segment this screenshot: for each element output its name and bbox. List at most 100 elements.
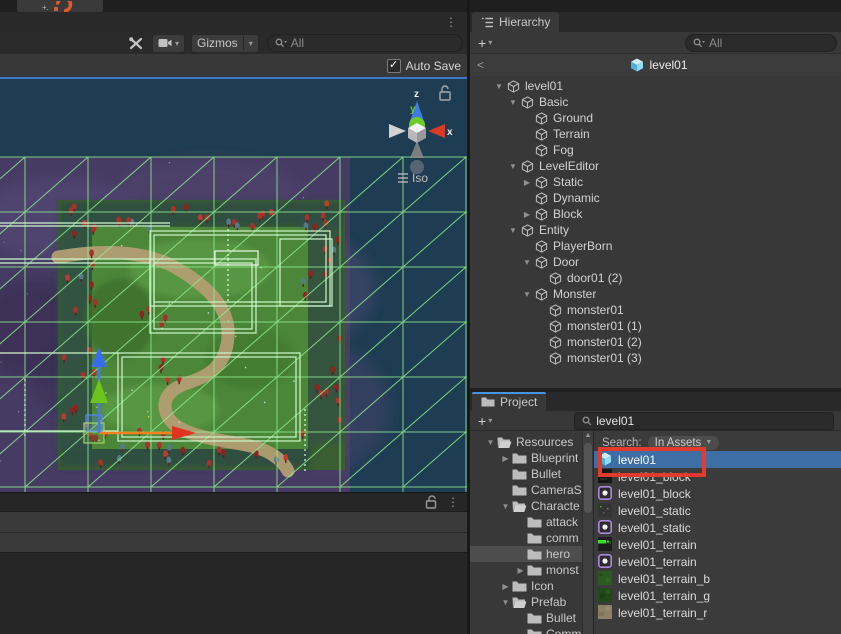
project-search-input[interactable]: level01 xyxy=(574,412,834,430)
asset-row[interactable]: level01_static xyxy=(594,502,841,519)
project-folder-row[interactable]: attack xyxy=(470,514,582,530)
scene-panel-menu-icon[interactable]: ⋮ xyxy=(445,16,457,28)
autosave-label: Auto Save xyxy=(406,59,461,73)
hierarchy-row[interactable]: Terrain xyxy=(470,126,841,142)
asset-row[interactable]: level01_terrain_g xyxy=(594,587,841,604)
folder-label: comm xyxy=(546,531,579,545)
hierarchy-row[interactable]: Dynamic xyxy=(470,190,841,206)
hierarchy-search-input[interactable]: All xyxy=(685,34,837,52)
asset-row[interactable]: level01_static xyxy=(594,519,841,536)
axis-x-label: x xyxy=(447,127,453,138)
project-folder-row[interactable]: Comm xyxy=(470,626,582,634)
expand-arrow-icon[interactable]: ▶ xyxy=(499,454,512,463)
hierarchy-row[interactable]: PlayerBorn xyxy=(470,238,841,254)
asset-row[interactable]: level01_terrain xyxy=(594,553,841,570)
collapse-arrow-icon[interactable]: ▼ xyxy=(492,82,506,91)
gameobject-cube-icon xyxy=(534,111,548,125)
folder-scrollbar[interactable]: ▲ xyxy=(582,431,593,634)
asset-row[interactable]: level01_terrain_b xyxy=(594,570,841,587)
hierarchy-row[interactable]: ▼ Entity xyxy=(470,222,841,238)
scrollbar-thumb[interactable] xyxy=(584,443,592,513)
hierarchy-row[interactable]: door01 (2) xyxy=(470,270,841,286)
collapse-arrow-icon[interactable]: ▼ xyxy=(499,598,512,607)
tab-project[interactable]: Project xyxy=(472,392,546,411)
hierarchy-row[interactable]: Fog xyxy=(470,142,841,158)
asset-row[interactable]: level01_terrain_r xyxy=(594,604,841,621)
project-tab-label: Project xyxy=(500,395,537,409)
lock-open-icon[interactable] xyxy=(425,495,437,509)
hierarchy-item-label: monster01 (3) xyxy=(567,351,642,365)
project-folder-row[interactable]: CameraS xyxy=(470,482,582,498)
gameobject-cube-icon xyxy=(534,255,548,269)
hierarchy-row[interactable]: ▼ Basic xyxy=(470,94,841,110)
right-panel-group: Hierarchy +▾ All < level01 xyxy=(470,0,841,634)
collapse-arrow-icon[interactable]: ▼ xyxy=(520,290,534,299)
autosave-checkbox[interactable]: ✓ xyxy=(387,59,401,73)
breadcrumb-current[interactable]: level01 xyxy=(517,58,801,72)
scene-viewport[interactable]: z y x Iso xyxy=(0,79,467,492)
hierarchy-row[interactable]: ▼ level01 xyxy=(470,78,841,94)
project-folder-row[interactable]: ▼ Characte xyxy=(470,498,582,514)
gizmos-caret-icon: ▾ xyxy=(249,39,253,48)
hierarchy-row[interactable]: Ground xyxy=(470,110,841,126)
hierarchy-add-button[interactable]: +▾ xyxy=(474,35,496,51)
project-folder-row[interactable]: hero xyxy=(470,546,582,562)
gizmos-dropdown[interactable]: Gizmos ▾ xyxy=(191,34,259,53)
project-search-value: level01 xyxy=(596,414,634,428)
hierarchy-row[interactable]: ▼ LevelEditor xyxy=(470,158,841,174)
folder-label: CameraS xyxy=(531,483,582,497)
hierarchy-row[interactable]: ▶ Static xyxy=(470,174,841,190)
scene-search-input[interactable]: All xyxy=(267,34,463,52)
gameobject-cube-icon xyxy=(534,239,548,253)
hierarchy-row[interactable]: monster01 (2) xyxy=(470,334,841,350)
right-top-strip xyxy=(470,0,841,12)
project-folder-row[interactable]: Bullet xyxy=(470,610,582,626)
project-folder-row[interactable]: ▶ Icon xyxy=(470,578,582,594)
hierarchy-row[interactable]: ▶ Block xyxy=(470,206,841,222)
project-folder-row[interactable]: ▶ Blueprint xyxy=(470,450,582,466)
bottom-panel-row[interactable] xyxy=(0,511,467,533)
search-scope-dropdown[interactable]: In Assets ▼ xyxy=(648,436,720,450)
project-folder-row[interactable]: ▼ Resources xyxy=(470,434,582,450)
project-folder-row[interactable]: ▼ Prefab xyxy=(470,594,582,610)
hierarchy-row[interactable]: monster01 (3) xyxy=(470,350,841,366)
folder-icon xyxy=(512,468,527,481)
project-folder-row[interactable]: comm xyxy=(470,530,582,546)
hierarchy-item-label: Terrain xyxy=(553,127,590,141)
custom-tools-icon[interactable] xyxy=(128,36,144,51)
scroll-up-icon[interactable]: ▲ xyxy=(583,432,593,439)
collapse-arrow-icon[interactable]: ▼ xyxy=(506,226,520,235)
project-tab-bar: Project xyxy=(470,392,841,411)
expand-arrow-icon[interactable]: ▶ xyxy=(514,566,527,575)
folder-label: attack xyxy=(546,515,578,529)
hierarchy-row[interactable]: monster01 xyxy=(470,302,841,318)
collapse-arrow-icon[interactable]: ▼ xyxy=(506,162,520,171)
hierarchy-row[interactable]: ▼ Monster xyxy=(470,286,841,302)
collapse-arrow-icon[interactable]: ▼ xyxy=(520,258,534,267)
hierarchy-toolbar: +▾ All xyxy=(470,32,841,54)
hierarchy-row[interactable]: ▼ Door xyxy=(470,254,841,270)
project-folder-row[interactable]: Bullet xyxy=(470,466,582,482)
hierarchy-item-label: LevelEditor xyxy=(539,159,599,173)
expand-arrow-icon[interactable]: ▶ xyxy=(499,582,512,591)
asset-row[interactable]: level01 xyxy=(594,451,841,468)
breadcrumb-back-button[interactable]: < xyxy=(470,58,517,72)
asset-row[interactable]: level01_terrain xyxy=(594,536,841,553)
hierarchy-item-label: Static xyxy=(553,175,583,189)
tab-hierarchy[interactable]: Hierarchy xyxy=(472,12,559,32)
scope-caret-icon: ▼ xyxy=(705,439,712,446)
collapse-arrow-icon[interactable]: ▼ xyxy=(499,502,512,511)
gameobject-cube-icon xyxy=(534,175,548,189)
collapse-arrow-icon[interactable]: ▼ xyxy=(506,98,520,107)
project-folder-row[interactable]: ▶ monst xyxy=(470,562,582,578)
asset-row[interactable]: level01_block xyxy=(594,468,841,485)
bottom-panel-row[interactable] xyxy=(0,532,467,553)
collapse-arrow-icon[interactable]: ▼ xyxy=(484,438,497,447)
hierarchy-row[interactable]: monster01 (1) xyxy=(470,318,841,334)
bottom-panel-menu-icon[interactable]: ⋮ xyxy=(447,496,459,508)
project-add-button[interactable]: +▾ xyxy=(474,413,496,429)
expand-arrow-icon[interactable]: ▶ xyxy=(520,178,534,187)
asset-row[interactable]: level01_block xyxy=(594,485,841,502)
expand-arrow-icon[interactable]: ▶ xyxy=(520,210,534,219)
scene-camera-button[interactable]: ▾ xyxy=(152,34,185,53)
